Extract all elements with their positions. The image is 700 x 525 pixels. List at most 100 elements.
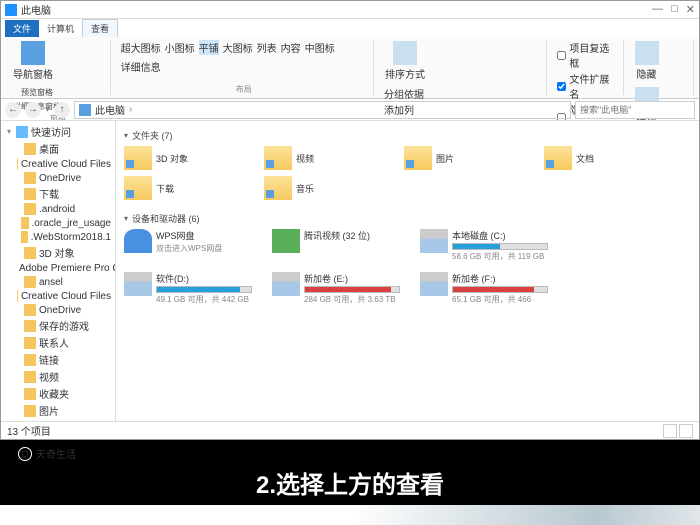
folder-icon bbox=[404, 146, 432, 170]
tab-computer[interactable]: 计算机 bbox=[39, 20, 82, 37]
sidebar-item[interactable]: ansel bbox=[1, 275, 115, 289]
back-button[interactable]: ← bbox=[5, 102, 21, 118]
star-icon bbox=[16, 126, 28, 138]
drive-icon bbox=[272, 229, 300, 253]
drive-icon bbox=[124, 229, 152, 253]
sidebar-item[interactable]: .oracle_jre_usage bbox=[1, 216, 115, 230]
search-input[interactable] bbox=[575, 101, 695, 119]
folder-icon bbox=[544, 146, 572, 170]
view-tiles[interactable]: 平铺 bbox=[199, 40, 219, 55]
folder-icon bbox=[24, 354, 36, 366]
folder-icon bbox=[17, 290, 18, 302]
drive-item[interactable]: 新加卷 (F:)65.1 GB 可用，共 466 bbox=[420, 272, 548, 305]
sort-icon bbox=[393, 41, 417, 65]
folder-item[interactable]: 3D 对象 bbox=[124, 146, 204, 170]
folder-item[interactable]: 文档 bbox=[544, 146, 624, 170]
logo-icon: Q bbox=[18, 447, 32, 461]
view-ebig-icons[interactable]: 超大图标 bbox=[121, 40, 161, 55]
folder-icon bbox=[24, 247, 36, 259]
tab-view[interactable]: 查看 bbox=[82, 19, 118, 37]
video-caption-area: Q 天奇生活 2.选择上方的查看 bbox=[0, 440, 700, 525]
folder-icon bbox=[24, 304, 36, 316]
minimize-button[interactable]: — bbox=[652, 3, 663, 16]
sidebar-item[interactable]: OneDrive bbox=[1, 171, 115, 185]
sidebar-quick-access[interactable]: ▾快速访问 bbox=[1, 123, 115, 140]
folder-icon bbox=[24, 276, 36, 288]
sidebar-item[interactable]: 桌面 bbox=[1, 140, 115, 157]
drive-icon bbox=[420, 272, 448, 296]
sidebar-item[interactable]: .android bbox=[1, 202, 115, 216]
sidebar-item[interactable]: 图片 bbox=[1, 402, 115, 419]
sidebar-item[interactable]: 收藏夹 bbox=[1, 385, 115, 402]
view-large-icons[interactable]: 大图标 bbox=[223, 40, 253, 55]
sidebar-item[interactable]: Adobe Premiere Pro CC 2018 bbox=[1, 261, 115, 275]
drives-header[interactable]: 设备和驱动器 (6) bbox=[124, 208, 691, 227]
sidebar-item[interactable]: 视频 bbox=[1, 368, 115, 385]
ribbon: 导航窗格 预览窗格 详细信息窗格 窗格 超大图标 小图标 平铺 大图标 列表 内… bbox=[1, 37, 699, 99]
sidebar-item[interactable]: 下载 bbox=[1, 185, 115, 202]
sidebar-item[interactable]: .WebStorm2018.1 bbox=[1, 230, 115, 244]
pc-icon bbox=[79, 104, 91, 116]
sidebar-item[interactable]: OneDrive bbox=[1, 303, 115, 317]
sidebar-item[interactable]: 3D 对象 bbox=[1, 244, 115, 261]
folder-icon bbox=[17, 158, 18, 170]
folder-item[interactable]: 音乐 bbox=[264, 176, 344, 200]
drive-icon bbox=[272, 272, 300, 296]
sidebar-item[interactable]: Creative Cloud Files bbox=[1, 157, 115, 171]
address-bar: ← → ▾ ↑ 此电脑 › bbox=[1, 99, 699, 121]
capacity-bar bbox=[304, 286, 400, 293]
sidebar-item[interactable]: 联系人 bbox=[1, 334, 115, 351]
folder-icon bbox=[24, 172, 36, 184]
capacity-bar bbox=[452, 243, 548, 250]
chk-item-checkboxes[interactable]: 项目复选框 bbox=[557, 40, 616, 70]
folder-item[interactable]: 视频 bbox=[264, 146, 344, 170]
preview-pane-button[interactable]: 预览窗格 bbox=[12, 86, 62, 99]
drive-item[interactable]: WPS网盘双击进入WPS网盘 bbox=[124, 229, 252, 262]
chevron-right-icon: › bbox=[129, 104, 132, 115]
up-button[interactable]: ↑ bbox=[54, 102, 70, 118]
sidebar-item[interactable]: 保存的游戏 bbox=[1, 317, 115, 334]
sort-button[interactable]: 排序方式 bbox=[384, 40, 426, 82]
decorative-strip bbox=[0, 505, 700, 525]
view-medium-icons[interactable]: 中图标 bbox=[305, 40, 335, 55]
close-button[interactable]: ✕ bbox=[686, 3, 695, 16]
folder-icon bbox=[24, 188, 36, 200]
drive-item[interactable]: 本地磁盘 (C:)58.6 GB 可用，共 119 GB bbox=[420, 229, 548, 262]
sidebar-item[interactable]: 链接 bbox=[1, 351, 115, 368]
view-list[interactable]: 列表 bbox=[257, 40, 277, 55]
forward-button[interactable]: → bbox=[25, 102, 41, 118]
drive-icon bbox=[124, 272, 152, 296]
folder-icon bbox=[24, 203, 36, 215]
folder-item[interactable]: 图片 bbox=[404, 146, 484, 170]
titlebar: 此电脑 — □ ✕ bbox=[1, 1, 699, 19]
folder-item[interactable]: 下载 bbox=[124, 176, 204, 200]
ribbon-tabs: 文件 计算机 查看 bbox=[1, 19, 699, 37]
breadcrumb-root[interactable]: 此电脑 bbox=[95, 102, 125, 117]
hide-selected-button[interactable]: 隐藏 bbox=[634, 40, 660, 82]
view-small-icons[interactable]: 小图标 bbox=[165, 40, 195, 55]
nav-pane-button[interactable]: 导航窗格 bbox=[12, 40, 54, 82]
details-view-toggle[interactable] bbox=[663, 424, 677, 438]
app-icon bbox=[5, 4, 17, 16]
folder-icon bbox=[264, 146, 292, 170]
breadcrumb[interactable]: 此电脑 › bbox=[74, 101, 571, 119]
drive-item[interactable]: 腾讯视频 (32 位) bbox=[272, 229, 400, 262]
recent-dropdown[interactable]: ▾ bbox=[45, 104, 50, 115]
drive-icon bbox=[420, 229, 448, 253]
folder-icon bbox=[21, 231, 28, 243]
folders-header[interactable]: 文件夹 (7) bbox=[124, 125, 691, 144]
chk-file-ext[interactable]: 文件扩展名 bbox=[557, 71, 616, 101]
view-content[interactable]: 内容 bbox=[281, 40, 301, 55]
drive-item[interactable]: 新加卷 (E:)284 GB 可用，共 3.63 TB bbox=[272, 272, 400, 305]
tab-file[interactable]: 文件 bbox=[5, 20, 39, 37]
folder-icon bbox=[24, 405, 36, 417]
logo-text: 天奇生活 bbox=[36, 446, 76, 461]
view-details[interactable]: 详细信息 bbox=[121, 59, 161, 74]
folder-icon bbox=[124, 176, 152, 200]
subtitle-text: 2.选择上方的查看 bbox=[256, 465, 444, 500]
maximize-button[interactable]: □ bbox=[671, 3, 678, 16]
capacity-bar bbox=[156, 286, 252, 293]
icons-view-toggle[interactable] bbox=[679, 424, 693, 438]
sidebar-item[interactable]: Creative Cloud Files bbox=[1, 289, 115, 303]
drive-item[interactable]: 软件(D:)49.1 GB 可用，共 442 GB bbox=[124, 272, 252, 305]
